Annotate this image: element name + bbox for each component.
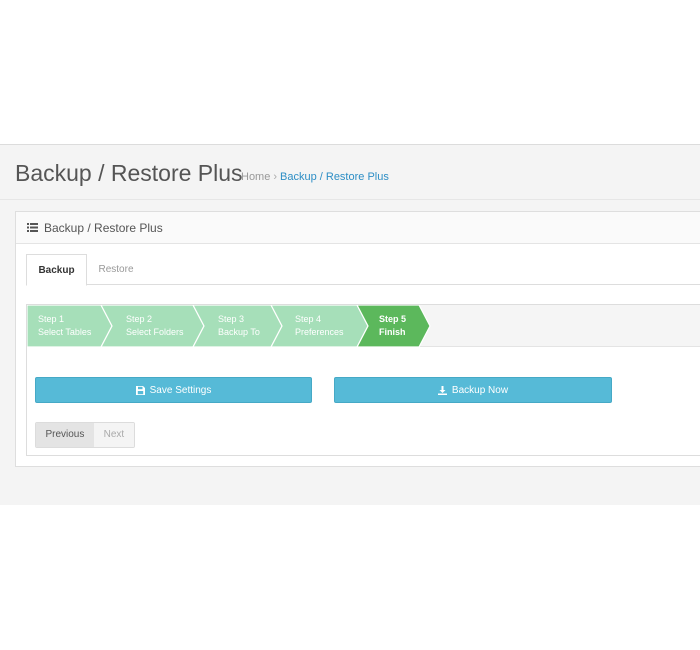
list-icon: [27, 223, 38, 232]
page-title: Backup / Restore Plus: [15, 160, 243, 186]
wizard-pager: Previous Next: [35, 422, 135, 448]
step-number: Step 4: [295, 314, 322, 324]
floppy-disk-icon: [135, 385, 145, 395]
wizard-step-5[interactable]: Step 5 Finish: [379, 313, 406, 339]
step-number: Step 3: [218, 314, 245, 324]
wizard-step-4[interactable]: Step 4 Preferences: [295, 313, 344, 339]
download-icon: [437, 385, 447, 395]
tab-backup[interactable]: Backup: [26, 254, 87, 286]
step-label: Finish: [379, 327, 406, 337]
backup-restore-panel: Backup / Restore Plus Backup Restore Ste…: [15, 211, 700, 467]
page-header: Backup / Restore Plus Home › Backup / Rest…: [0, 145, 700, 200]
next-button[interactable]: Next: [93, 423, 134, 447]
step-number: Step 2: [126, 314, 153, 324]
breadcrumb-separator: ›: [273, 171, 278, 183]
backup-now-button[interactable]: Backup Now: [334, 377, 612, 403]
wizard-step-2[interactable]: Step 2 Select Folders: [126, 313, 184, 339]
wizard-steps: Step 1 Select Tables Step 2 Select Folde…: [27, 305, 700, 347]
backup-now-label: Backup Now: [451, 384, 509, 396]
save-settings-button[interactable]: Save Settings: [35, 377, 312, 403]
wizard-step-1[interactable]: Step 1 Select Tables: [38, 313, 91, 339]
breadcrumb: Home › Backup / Restore Plus: [241, 171, 389, 183]
step-label: Backup To: [218, 327, 260, 337]
step-number: Step 5: [379, 314, 407, 324]
step-label: Select Folders: [126, 327, 184, 337]
breadcrumb-current-link[interactable]: Backup / Restore Plus: [280, 171, 389, 183]
wizard-step-3[interactable]: Step 3 Backup To: [218, 313, 260, 339]
page-content: Backup / Restore Plus Home › Backup / Rest…: [0, 144, 700, 505]
breadcrumb-home-link[interactable]: Home: [241, 171, 270, 183]
panel-title: Backup / Restore Plus: [44, 221, 163, 235]
tab-restore[interactable]: Restore: [87, 254, 145, 285]
panel-heading: Backup / Restore Plus: [16, 212, 700, 244]
backup-wizard: Step 1 Select Tables Step 2 Select Folde…: [26, 304, 700, 456]
previous-button[interactable]: Previous: [36, 423, 94, 447]
step-number: Step 1: [38, 314, 65, 324]
step-label: Preferences: [295, 327, 344, 337]
save-settings-label: Save Settings: [149, 384, 212, 396]
step-label: Select Tables: [38, 327, 92, 337]
tab-bar: Backup Restore: [26, 254, 700, 286]
